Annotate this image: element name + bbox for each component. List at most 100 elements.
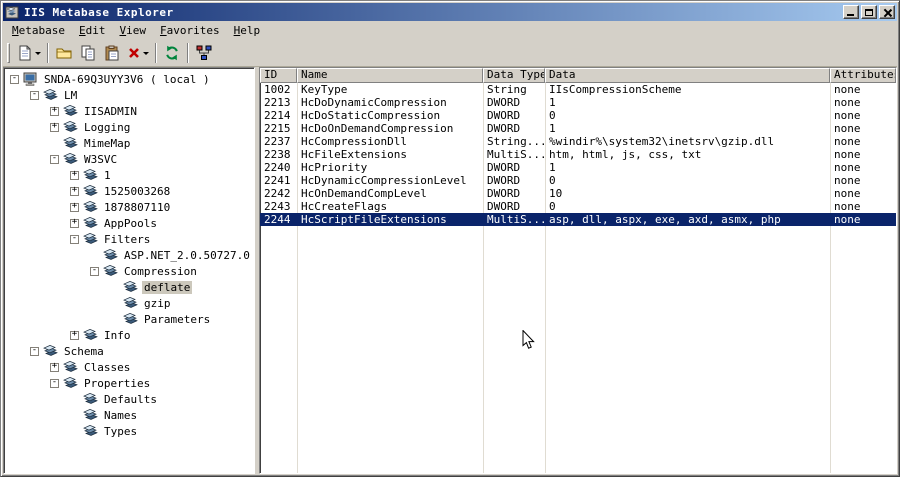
tree-item-label: MimeMap <box>84 136 131 150</box>
tree-item-label: 1878807110 <box>104 200 171 214</box>
dropdown-arrow-icon[interactable] <box>143 52 149 58</box>
table-row[interactable]: 2241 HcDynamicCompressionLevel DWORD 0 none <box>260 174 896 187</box>
table-row[interactable]: 2242 HcOnDemandCompLevel DWORD 10 none <box>260 187 896 200</box>
tree-item-filters[interactable]: - Filters <box>4 231 254 247</box>
tree-item-snda-69q3uyy3v6-local[interactable]: - SNDA-69Q3UYY3V6 ( local ) <box>4 71 254 87</box>
tree-item-apppools[interactable]: + AppPools <box>4 215 254 231</box>
cell-attributes: none <box>834 213 861 226</box>
tree-item-deflate[interactable]: deflate <box>4 279 254 295</box>
cell-data: 0 <box>549 109 556 122</box>
menu-view[interactable]: View <box>112 22 153 39</box>
close-button[interactable] <box>879 5 895 19</box>
expand-icon[interactable]: + <box>50 362 59 372</box>
tree-item-names[interactable]: Names <box>4 407 254 423</box>
maximize-button[interactable] <box>861 5 877 19</box>
menu-metabase[interactable]: Metabase <box>5 22 72 39</box>
metabase-node-icon <box>43 344 59 358</box>
collapse-icon[interactable]: - <box>50 378 59 388</box>
tree-item-parameters[interactable]: Parameters <box>4 311 254 327</box>
tree-item-label: Info <box>104 328 131 342</box>
cell-data: 1 <box>549 96 556 109</box>
open-button[interactable] <box>52 42 76 64</box>
menu-help[interactable]: Help <box>227 22 268 39</box>
expand-icon[interactable]: + <box>70 330 79 340</box>
tree-item-1[interactable]: +1 <box>4 167 254 183</box>
expand-icon[interactable]: + <box>70 202 79 212</box>
tree-item-label: Parameters <box>144 312 211 326</box>
cell-attributes: none <box>834 96 861 109</box>
minimize-button[interactable] <box>843 5 859 19</box>
expand-icon[interactable]: + <box>70 170 79 180</box>
cell-attributes: none <box>834 148 861 161</box>
cell-attributes: none <box>834 200 861 213</box>
tree-item-info[interactable]: + Info <box>4 327 254 343</box>
column-header-id[interactable]: ID <box>260 68 297 83</box>
tree-item-label: Defaults <box>104 392 157 406</box>
table-row[interactable]: 2215 HcDoOnDemandCompression DWORD 1 none <box>260 122 896 135</box>
metabase-node-icon <box>63 360 79 374</box>
tree-item-w3svc[interactable]: - W3SVC <box>4 151 254 167</box>
expand-icon[interactable]: + <box>50 106 59 116</box>
table-row[interactable]: 2214 HcDoStaticCompression DWORD 0 none <box>260 109 896 122</box>
copy-button[interactable] <box>76 42 100 64</box>
table-row[interactable]: 2243 HcCreateFlags DWORD 0 none <box>260 200 896 213</box>
new-page-icon <box>19 45 31 61</box>
tree-item-label: Schema <box>64 344 104 358</box>
collapse-icon[interactable]: - <box>30 90 39 100</box>
collapse-icon[interactable]: - <box>50 154 59 164</box>
cell-id: 2241 <box>264 174 291 187</box>
column-header-name[interactable]: Name <box>297 68 483 83</box>
table-row[interactable]: 2238 HcFileExtensions MultiS... htm, html, … <box>260 148 896 161</box>
tree-item-schema[interactable]: - Schema <box>4 343 254 359</box>
column-header-data[interactable]: Data <box>545 68 830 83</box>
collapse-icon[interactable]: - <box>70 234 79 244</box>
metabase-node-icon <box>63 136 79 150</box>
tree-item-1878807110[interactable]: +1878807110 <box>4 199 254 215</box>
tree-item-gzip[interactable]: gzip <box>4 295 254 311</box>
refresh-button[interactable] <box>160 42 184 64</box>
toolbar-grip[interactable] <box>7 43 10 63</box>
tree-item-lm[interactable]: - LM <box>4 87 254 103</box>
expand-icon[interactable]: + <box>70 218 79 228</box>
tree-item-types[interactable]: Types <box>4 423 254 439</box>
menu-edit[interactable]: Edit <box>72 22 113 39</box>
tree-item-defaults[interactable]: Defaults <box>4 391 254 407</box>
tree-item-classes[interactable]: + Classes <box>4 359 254 375</box>
expand-icon[interactable]: + <box>70 186 79 196</box>
collapse-icon[interactable]: - <box>30 346 39 356</box>
tree-item-label: ASP.NET_2.0.50727.0 <box>124 248 250 262</box>
new-key-button[interactable] <box>14 42 44 64</box>
metabase-node-icon <box>123 296 139 310</box>
column-grid-line <box>545 83 546 473</box>
column-header-attributes[interactable]: Attributes <box>830 68 896 83</box>
title-bar[interactable]: IIS Metabase Explorer <box>3 3 897 21</box>
connect-button[interactable] <box>192 42 216 64</box>
tree-item-compression[interactable]: - Compression <box>4 263 254 279</box>
cell-type: String... <box>487 135 545 148</box>
tree-item-mimemap[interactable]: MimeMap <box>4 135 254 151</box>
table-row[interactable]: 2237 HcCompressionDll String... %windir%\sy… <box>260 135 896 148</box>
collapse-icon[interactable]: - <box>10 74 19 84</box>
tree-item-iisadmin[interactable]: + IISADMIN <box>4 103 254 119</box>
table-row[interactable]: 2244 HcScriptFileExtensions MultiS... asp, … <box>260 213 896 226</box>
tree-item-properties[interactable]: - Properties <box>4 375 254 391</box>
tree-item-label: Logging <box>84 120 131 134</box>
dropdown-arrow-icon[interactable] <box>35 52 41 58</box>
tree-item-asp-net-2-0-50727-0[interactable]: ASP.NET_2.0.50727.0 <box>4 247 254 263</box>
cell-name: HcPriority <box>301 161 368 174</box>
paste-button[interactable] <box>100 42 124 64</box>
delete-button[interactable] <box>124 42 152 64</box>
column-header-data-type[interactable]: Data Type <box>483 68 545 83</box>
table-row[interactable]: 1002 KeyType String IIsCompressionScheme non… <box>260 83 896 96</box>
tree-item-1525003268[interactable]: +1525003268 <box>4 183 254 199</box>
collapse-icon[interactable]: - <box>90 266 99 276</box>
cell-data: 1 <box>549 161 556 174</box>
tree-item-logging[interactable]: + Logging <box>4 119 254 135</box>
table-row[interactable]: 2213 HcDoDynamicCompression DWORD 1 none <box>260 96 896 109</box>
table-row[interactable]: 2240 HcPriority DWORD 1 none <box>260 161 896 174</box>
metabase-node-icon <box>83 408 99 422</box>
cell-name: HcDynamicCompressionLevel <box>301 174 467 187</box>
menu-favorites[interactable]: Favorites <box>153 22 227 39</box>
window-controls <box>841 5 895 19</box>
expand-icon[interactable]: + <box>50 122 59 132</box>
